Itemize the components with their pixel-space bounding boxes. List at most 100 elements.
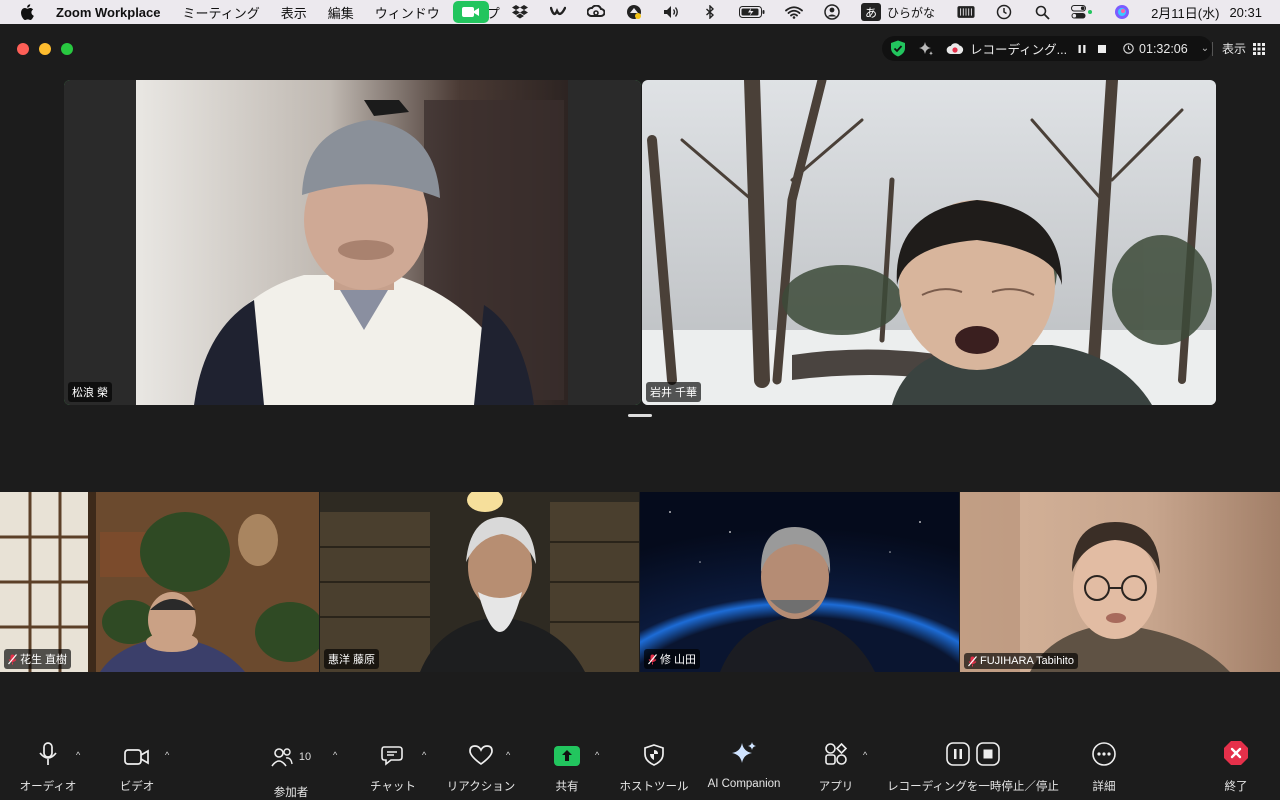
participants-count: 10: [298, 751, 312, 763]
share-options-caret-icon[interactable]: ^: [595, 750, 599, 760]
close-window-button[interactable]: [17, 43, 29, 55]
stop-recording-icon[interactable]: [1097, 44, 1107, 54]
participants-icon: 10: [271, 742, 311, 772]
meeting-timer[interactable]: 01:32:06 ⌄: [1123, 42, 1209, 56]
end-meeting-button[interactable]: 終了: [1218, 736, 1254, 800]
apps-button[interactable]: アプリ: [816, 736, 856, 800]
webex-icon[interactable]: [549, 3, 567, 21]
fullscreen-window-button[interactable]: [61, 43, 73, 55]
macos-menubar: Zoom Workplace ミーティング 表示 編集 ウィンドウ ヘルプ: [0, 0, 1280, 24]
more-button[interactable]: 詳細: [1086, 736, 1122, 800]
recording-controls-label: レコーディングを一時停止／停止: [887, 781, 1059, 793]
video-tile-participant-5[interactable]: 修 山田: [640, 492, 959, 672]
control-center-icon[interactable]: [1071, 3, 1093, 21]
chat-button[interactable]: チャット: [368, 736, 418, 800]
battery-icon[interactable]: [739, 3, 765, 21]
video-tile-participant-3[interactable]: 花生 直樹: [0, 492, 319, 672]
muted-mic-icon: [968, 655, 977, 667]
ime-indicator-icon[interactable]: あ: [861, 3, 882, 21]
participant-name-tag: 花生 直樹: [4, 649, 72, 669]
audio-label: オーディオ: [19, 781, 77, 793]
participant-name-tag: FUJIHARA Tabihito: [964, 653, 1078, 669]
participant-name: 惠洋 藤原: [328, 654, 376, 666]
siri-icon[interactable]: [1113, 3, 1131, 21]
audio-options-caret-icon[interactable]: ^: [76, 750, 80, 760]
participants-button[interactable]: 10 参加者: [268, 736, 314, 800]
menu-window[interactable]: ウィンドウ: [375, 3, 440, 22]
menubar-date[interactable]: 2月11日(水): [1151, 3, 1219, 22]
reactions-options-caret-icon[interactable]: ^: [506, 750, 510, 760]
reactions-button[interactable]: リアクション: [444, 736, 518, 800]
spotlight-search-icon[interactable]: [1033, 3, 1051, 21]
host-tools-button[interactable]: ホストツール: [618, 736, 690, 800]
menu-view[interactable]: 表示: [281, 3, 307, 22]
grid-view-icon: [1253, 42, 1266, 55]
video-options-caret-icon[interactable]: ^: [165, 750, 169, 760]
video-tile-participant-1[interactable]: 松浪 榮: [64, 80, 641, 405]
video-tile-participant-2[interactable]: 岩井 千華: [642, 80, 1216, 405]
timer-value: 01:32:06: [1139, 41, 1188, 56]
apple-icon[interactable]: [20, 4, 38, 20]
pause-recording-icon[interactable]: [1077, 44, 1087, 54]
meeting-controls-toolbar: オーディオ ^ ビデオ ^ 10 参加者 ^ チャット ^ リアクション ^ 共…: [0, 736, 1280, 800]
participant-name: 修 山田: [660, 654, 697, 666]
cloud-recording-icon[interactable]: [946, 42, 964, 56]
participant-video-feed: [642, 80, 1216, 405]
volume-icon[interactable]: [663, 3, 681, 21]
menu-meeting[interactable]: ミーティング: [183, 3, 260, 22]
creative-cloud-icon[interactable]: [587, 3, 606, 21]
more-options-icon: [1092, 736, 1116, 766]
chat-label: チャット: [370, 781, 416, 793]
video-button[interactable]: ビデオ: [112, 736, 162, 800]
share-button[interactable]: 共有: [550, 736, 584, 800]
muted-mic-icon: [8, 653, 17, 665]
participants-label: 参加者: [273, 787, 309, 799]
participant-video-feed: [960, 492, 1280, 672]
backup-status-icon[interactable]: [625, 3, 643, 21]
menu-edit[interactable]: 編集: [328, 3, 354, 22]
video-tile-participant-4[interactable]: 惠洋 藤原: [320, 492, 639, 672]
view-button[interactable]: 表示: [1222, 40, 1266, 57]
wifi-icon[interactable]: [785, 3, 803, 21]
heart-icon: [468, 736, 494, 766]
ai-companion-button[interactable]: AI Companion: [702, 736, 786, 800]
ime-label[interactable]: ひらがな: [887, 4, 935, 21]
minimize-window-button[interactable]: [39, 43, 51, 55]
zoom-camera-status-icon[interactable]: [453, 1, 490, 23]
menubar-status-items: あ ひらがな 2月11日(水) 20:31: [453, 0, 1280, 24]
participant-video-feed: [0, 492, 319, 672]
reactions-label: リアクション: [446, 781, 516, 793]
participants-options-caret-icon[interactable]: ^: [333, 750, 337, 760]
share-screen-icon: [554, 736, 580, 766]
recording-label[interactable]: レコーディング...: [970, 39, 1067, 58]
share-label: 共有: [555, 781, 579, 793]
chat-options-caret-icon[interactable]: ^: [422, 750, 426, 760]
meeting-status-bar: レコーディング... 01:32:06 ⌄: [882, 36, 1212, 61]
ai-companion-sparkle-icon[interactable]: [918, 41, 934, 57]
host-tools-label: ホストツール: [619, 781, 689, 793]
video-tile-participant-6[interactable]: FUJIHARA Tabihito: [960, 492, 1280, 672]
video-label: ビデオ: [119, 781, 155, 793]
divider: [1212, 42, 1213, 56]
encryption-shield-icon[interactable]: [890, 40, 906, 57]
time-machine-icon[interactable]: [995, 3, 1013, 21]
end-meeting-icon: [1223, 736, 1249, 766]
menubar-time[interactable]: 20:31: [1229, 5, 1262, 20]
apps-icon: [824, 736, 848, 766]
gallery-resize-handle[interactable]: [628, 414, 652, 417]
microphone-icon: [38, 736, 58, 766]
user-account-icon[interactable]: [823, 3, 841, 21]
audio-button[interactable]: オーディオ: [18, 736, 78, 800]
participant-video-feed: [64, 80, 641, 405]
recording-controls-button[interactable]: レコーディングを一時停止／停止: [887, 736, 1059, 800]
keyboard-display-icon[interactable]: [957, 3, 975, 21]
dropbox-icon[interactable]: [511, 3, 529, 21]
participant-name-tag: 修 山田: [644, 649, 701, 669]
app-menu-zoom[interactable]: Zoom Workplace: [56, 5, 161, 20]
shield-icon: [644, 736, 664, 766]
apps-options-caret-icon[interactable]: ^: [863, 750, 867, 760]
chevron-down-icon[interactable]: ⌄: [1201, 43, 1209, 54]
bluetooth-icon[interactable]: [701, 3, 719, 21]
more-label: 詳細: [1092, 781, 1116, 793]
zoom-meeting-window: レコーディング... 01:32:06 ⌄ 表示 松浪 榮 岩井 千華 花生 直…: [0, 24, 1280, 800]
